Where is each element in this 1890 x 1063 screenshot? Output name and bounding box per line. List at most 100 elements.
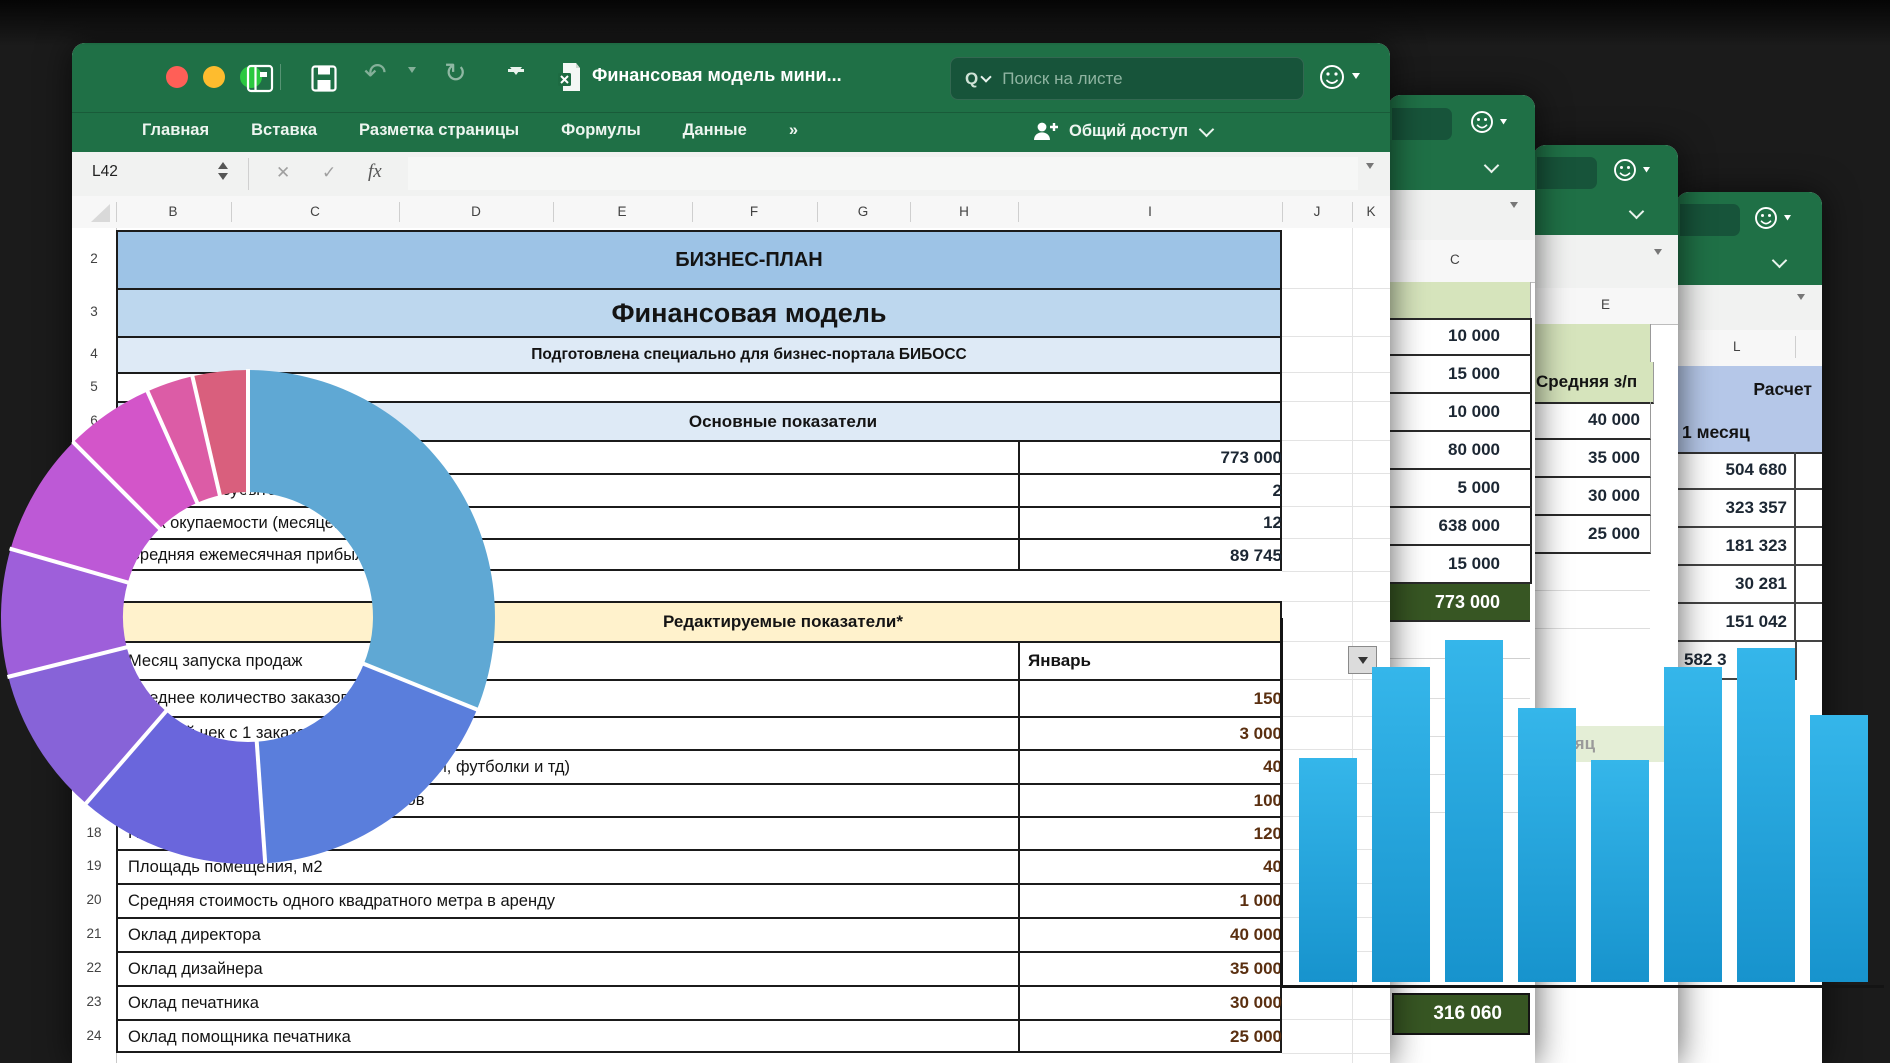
cell-value[interactable]: 30 000 <box>1018 987 1327 1019</box>
gridline <box>1282 571 1390 572</box>
share-button[interactable]: Общий доступ <box>1032 120 1212 142</box>
column-header-D[interactable]: D <box>471 204 481 219</box>
new-workbook-icon[interactable] <box>246 63 274 98</box>
row-number-20[interactable]: 20 <box>74 892 114 907</box>
calc-title-cell[interactable]: Расчет <box>1676 366 1822 414</box>
column-header-row: E <box>1533 288 1678 325</box>
expand-formula-bar-icon[interactable] <box>1366 169 1374 187</box>
cell-value[interactable]: 15 000 <box>1390 356 1532 394</box>
toolbar-separator <box>280 64 281 90</box>
confirm-entry-icon[interactable]: ✓ <box>322 163 336 183</box>
top-vignette <box>0 0 1890 46</box>
cell-value[interactable]: 35 000 <box>1533 440 1651 478</box>
cell-value[interactable]: 2 <box>1018 475 1327 506</box>
column-header-row: B C D E F G H I J K <box>72 196 1390 229</box>
narrow-col-border <box>1795 488 1822 490</box>
formula-input[interactable] <box>408 157 1358 190</box>
cell-value[interactable]: 10 000 <box>1390 394 1532 432</box>
column-header-E[interactable]: E <box>1601 297 1610 312</box>
cell-value[interactable]: Январь <box>1018 643 1335 679</box>
feedback-smiley-icon[interactable] <box>1316 61 1362 98</box>
insert-function-icon[interactable]: fx <box>368 161 382 183</box>
cell-value[interactable]: 89 745 <box>1018 540 1327 571</box>
column-header-E[interactable]: E <box>617 204 626 219</box>
column-header-G[interactable]: G <box>858 204 869 219</box>
cancel-entry-icon[interactable]: ✕ <box>276 163 290 183</box>
cell-value[interactable]: 12 <box>1018 508 1327 538</box>
salary-header-cell[interactable]: Средняя з/п <box>1533 362 1654 404</box>
cell-value[interactable]: 504 680 <box>1676 452 1796 490</box>
cell-label[interactable]: Средняя стоимость одного квадратного мет… <box>118 885 1018 917</box>
band-cell[interactable]: Финансовая модель <box>218 290 1280 336</box>
cell-value[interactable]: 323 357 <box>1676 490 1796 528</box>
feedback-smiley-icon[interactable] <box>1611 156 1653 189</box>
cell-value[interactable]: 30 281 <box>1676 566 1796 604</box>
cell-value[interactable]: 40 000 <box>1533 402 1651 440</box>
expand-formula-bar-icon[interactable] <box>1654 255 1662 273</box>
total-cell-bottom-highlight[interactable]: 316 060 <box>1392 993 1530 1035</box>
row-number-21[interactable]: 21 <box>74 926 114 941</box>
column-header-C[interactable]: C <box>1450 252 1460 267</box>
table-row-22: Оклад дизайнера35 000 <box>118 953 1280 987</box>
column-header-B[interactable]: B <box>168 204 177 219</box>
redo-icon[interactable]: ↻ <box>444 58 467 89</box>
close-window-button[interactable] <box>166 66 188 88</box>
sheet-search-box[interactable]: Q <box>950 57 1304 100</box>
cell-value[interactable]: 25 000 <box>1018 1021 1327 1053</box>
name-box-stepper[interactable] <box>218 162 228 180</box>
cell-value[interactable]: 773 000 <box>1018 442 1327 473</box>
column-divider <box>1352 202 1353 222</box>
cell-value[interactable]: 10 000 <box>1390 318 1532 356</box>
cell-value[interactable]: 181 323 <box>1676 528 1796 566</box>
column-header-J[interactable]: J <box>1314 204 1321 219</box>
band-cell[interactable]: БИЗНЕС-ПЛАН <box>218 232 1280 288</box>
save-icon[interactable] <box>310 63 338 98</box>
row-number-23[interactable]: 23 <box>74 994 114 1009</box>
column-header-C[interactable]: C <box>310 204 320 219</box>
tab-5[interactable]: Данные <box>683 121 747 140</box>
search-input[interactable] <box>1000 68 1234 90</box>
cell-label[interactable]: Оклад дизайнера <box>118 953 1018 985</box>
feedback-smiley-icon[interactable] <box>1752 204 1794 237</box>
total-cell-highlight[interactable]: 773 000 <box>1390 584 1530 622</box>
column-header-I[interactable]: I <box>1148 204 1152 219</box>
tab-2[interactable]: Вставка <box>251 121 317 140</box>
band-cell[interactable]: Подготовлена специально для бизнес-порта… <box>218 338 1280 372</box>
tab-1[interactable]: Главная <box>142 121 209 140</box>
column-header-L[interactable]: L <box>1733 339 1741 354</box>
cell-value[interactable]: 30 000 <box>1533 478 1651 516</box>
row-number-2[interactable]: 2 <box>74 251 114 266</box>
row-number-3[interactable]: 3 <box>74 304 114 319</box>
row-number-24[interactable]: 24 <box>74 1028 114 1043</box>
cell-label[interactable]: Оклад помощника печатника <box>118 1021 1018 1053</box>
column-divider <box>1795 336 1796 358</box>
cell-value[interactable]: 5 000 <box>1390 470 1532 508</box>
toolbar-more-icon[interactable] <box>508 69 524 93</box>
tab-3[interactable]: Разметка страницы <box>359 121 519 140</box>
column-header-H[interactable]: H <box>959 204 969 219</box>
undo-dropdown-icon[interactable] <box>408 73 416 91</box>
screenshot-stage: L Расчет1 месяц504 680323 357181 32330 28… <box>0 0 1890 1063</box>
row-number-22[interactable]: 22 <box>74 960 114 975</box>
feedback-smiley-icon[interactable] <box>1468 108 1510 141</box>
name-box[interactable]: L42 <box>92 163 118 181</box>
cell-value[interactable]: 80 000 <box>1390 432 1532 470</box>
cell-value[interactable]: 638 000 <box>1390 508 1532 546</box>
row-number-4[interactable]: 4 <box>74 346 114 361</box>
minimize-window-button[interactable] <box>203 66 225 88</box>
column-header-K[interactable]: K <box>1366 204 1375 219</box>
calc-subtitle-cell[interactable]: 1 месяц <box>1676 412 1797 454</box>
expand-formula-bar-icon[interactable] <box>1797 300 1805 318</box>
cell-label[interactable]: Оклад печатника <box>118 987 1018 1019</box>
select-all-corner[interactable] <box>88 202 112 224</box>
cell-label[interactable]: Оклад директора <box>118 919 1018 951</box>
column-header-F[interactable]: F <box>750 204 758 219</box>
tab-6[interactable]: » <box>789 121 798 140</box>
expand-formula-bar-icon[interactable] <box>1510 208 1518 226</box>
bar-series-item <box>1445 640 1503 982</box>
cell-value[interactable]: 25 000 <box>1533 516 1651 554</box>
undo-icon[interactable]: ↶ <box>364 58 387 89</box>
cell-value[interactable]: 151 042 <box>1676 604 1796 642</box>
tab-4[interactable]: Формулы <box>561 121 641 140</box>
cell-value[interactable]: 15 000 <box>1390 546 1532 584</box>
